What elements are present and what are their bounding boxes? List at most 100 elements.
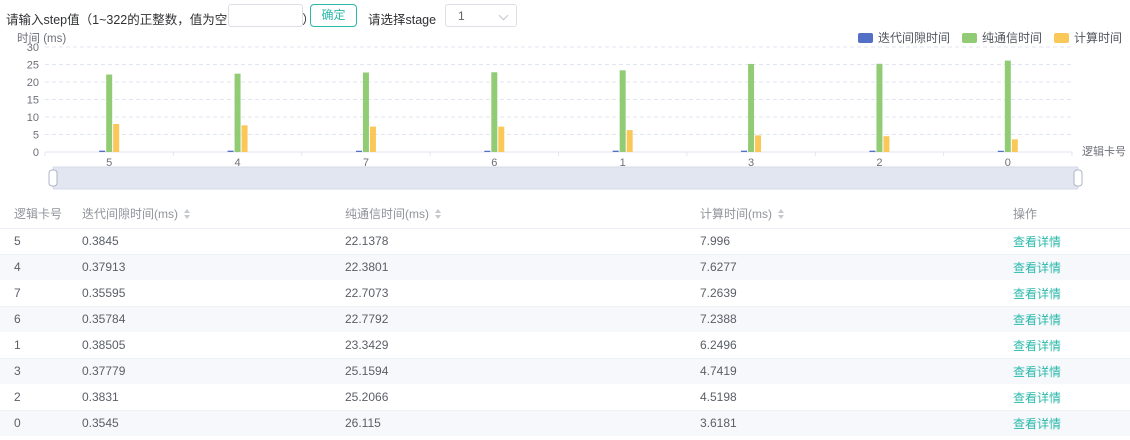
action-cell: 查看详情 <box>999 410 1130 436</box>
metrics-table: 逻辑卡号 迭代间隙时间(ms) 纯通信时间(ms) 计算时间(ms) 操作 50.384… <box>0 200 1130 437</box>
confirm-button[interactable]: 确定 <box>310 4 357 27</box>
chart-canvas: 05101520253054761320逻辑卡号 <box>0 28 1130 194</box>
chart-legend: 迭代间隙时间 纯通信时间计算时间 <box>858 29 1122 46</box>
view-details-link[interactable]: 查看详情 <box>1013 235 1061 249</box>
action-cell: 查看详情 <box>999 384 1130 410</box>
y-axis-name: 时间 (ms) <box>17 30 66 46</box>
stage-select-label: 请选择stage <box>368 9 436 28</box>
bar-series0-cat0[interactable] <box>998 151 1004 152</box>
cell-col3: 7.2639 <box>686 280 999 306</box>
cell-col0: 4 <box>0 254 68 280</box>
cell-col3: 3.6181 <box>686 410 999 436</box>
action-cell: 查看详情 <box>999 280 1130 306</box>
bar-series1-cat7[interactable] <box>363 73 369 152</box>
action-cell: 查看详情 <box>999 228 1130 254</box>
x-axis-name: 逻辑卡号 <box>1082 144 1126 158</box>
bar-series1-cat6[interactable] <box>491 72 497 152</box>
cell-col1: 0.37913 <box>68 254 331 280</box>
table-row: 20.383125.20664.5198查看详情 <box>0 384 1130 410</box>
bar-series1-cat1[interactable] <box>620 70 626 152</box>
legend-label: 迭代间隙时间 <box>878 29 950 46</box>
table-row: 10.3850523.34296.2496查看详情 <box>0 332 1130 358</box>
step-input[interactable] <box>228 4 303 27</box>
column-header-4: 操作 <box>999 200 1130 228</box>
bar-series2-cat6[interactable] <box>498 127 504 152</box>
action-cell: 查看详情 <box>999 306 1130 332</box>
bar-series2-cat7[interactable] <box>370 127 376 152</box>
bar-series2-cat4[interactable] <box>242 125 248 152</box>
view-details-link[interactable]: 查看详情 <box>1013 261 1061 275</box>
legend-item-1[interactable]: 纯通信时间 <box>962 29 1042 46</box>
view-details-link[interactable]: 查看详情 <box>1013 391 1061 405</box>
bar-series0-cat2[interactable] <box>869 151 875 152</box>
sort-carets-icon[interactable] <box>778 209 784 219</box>
view-details-link[interactable]: 查看详情 <box>1013 313 1061 327</box>
cell-col3: 4.7419 <box>686 358 999 384</box>
view-details-link[interactable]: 查看详情 <box>1013 417 1061 431</box>
y-tick-label: 0 <box>33 147 39 159</box>
bar-series2-cat3[interactable] <box>755 135 761 152</box>
column-header-label: 纯通信时间(ms) <box>345 205 429 222</box>
stage-select[interactable]: 1 <box>445 4 517 27</box>
datazoom-slider-track[interactable] <box>53 167 1078 189</box>
bar-series1-cat2[interactable] <box>876 64 882 152</box>
column-header-label: 逻辑卡号 <box>14 205 62 222</box>
sort-carets-icon[interactable] <box>435 209 441 219</box>
column-header-label: 操作 <box>1013 205 1037 222</box>
cell-col2: 25.1594 <box>331 358 686 384</box>
cell-col0: 1 <box>0 332 68 358</box>
column-header-1[interactable]: 迭代间隙时间(ms) <box>68 200 331 228</box>
cell-col0: 5 <box>0 228 68 254</box>
table-row: 40.3791322.38017.6277查看详情 <box>0 254 1130 280</box>
sort-carets-icon[interactable] <box>184 209 190 219</box>
bar-series1-cat4[interactable] <box>235 74 241 152</box>
bar-series2-cat0[interactable] <box>1012 139 1018 152</box>
bar-series2-cat1[interactable] <box>627 130 633 152</box>
bar-series1-cat3[interactable] <box>748 64 754 152</box>
cell-col0: 3 <box>0 358 68 384</box>
bar-series0-cat5[interactable] <box>99 151 105 152</box>
bar-series0-cat1[interactable] <box>613 151 619 152</box>
column-header-2[interactable]: 纯通信时间(ms) <box>331 200 686 228</box>
cell-col3: 7.2388 <box>686 306 999 332</box>
cell-col1: 0.3831 <box>68 384 331 410</box>
table-row: 60.3578422.77927.2388查看详情 <box>0 306 1130 332</box>
table-row: 30.3777925.15944.7419 查看详情 <box>0 358 1130 384</box>
cell-col2: 22.3801 <box>331 254 686 280</box>
legend-item-2[interactable]: 计算时间 <box>1054 29 1122 46</box>
view-details-link[interactable]: 查看详情 <box>1013 339 1061 353</box>
column-header-label: 迭代间隙时间(ms) <box>82 205 178 222</box>
datazoom-handle-left[interactable] <box>49 170 57 186</box>
cell-col1: 0.37779 <box>68 358 331 384</box>
action-cell: 查看详情 <box>999 332 1130 358</box>
cell-col1: 0.3845 <box>68 228 331 254</box>
cell-col3: 4.5198 <box>686 384 999 410</box>
legend-label: 纯通信时间 <box>982 29 1042 46</box>
view-details-link[interactable]: 查看详情 <box>1013 287 1061 301</box>
column-header-3[interactable]: 计算时间(ms) <box>686 200 999 228</box>
datazoom-handle-right[interactable] <box>1074 170 1082 186</box>
cell-col2: 22.1378 <box>331 228 686 254</box>
chevron-down-icon <box>499 11 509 21</box>
bar-series2-cat2[interactable] <box>883 136 889 152</box>
view-details-link[interactable]: 查看详情 <box>1013 365 1061 379</box>
bar-series2-cat5[interactable] <box>113 124 119 152</box>
bar-series0-cat3[interactable] <box>741 151 747 152</box>
bar-series0-cat6[interactable] <box>484 151 490 152</box>
bar-series1-cat0[interactable] <box>1005 61 1011 152</box>
top-controls-bar: 请输入step值（1~322的正整数，值为空时展示平均值） 确定 请选择stag… <box>0 0 1130 28</box>
cell-col2: 26.115 <box>331 410 686 436</box>
bar-series0-cat7[interactable] <box>356 151 362 152</box>
column-header-0: 逻辑卡号 <box>0 200 68 228</box>
bar-series0-cat4[interactable] <box>228 151 234 152</box>
cell-col1: 0.35595 <box>68 280 331 306</box>
y-tick-label: 5 <box>33 130 39 142</box>
legend-marker-icon <box>962 33 977 43</box>
cell-col0: 0 <box>0 410 68 436</box>
cell-col1: 0.35784 <box>68 306 331 332</box>
table-row: 70.3559522.70737.2639查看详情 <box>0 280 1130 306</box>
legend-marker-icon <box>1054 33 1069 43</box>
bar-series1-cat5[interactable] <box>106 75 112 152</box>
column-header-label: 计算时间(ms) <box>700 205 772 222</box>
legend-item-0[interactable]: 迭代间隙时间 <box>858 29 950 46</box>
